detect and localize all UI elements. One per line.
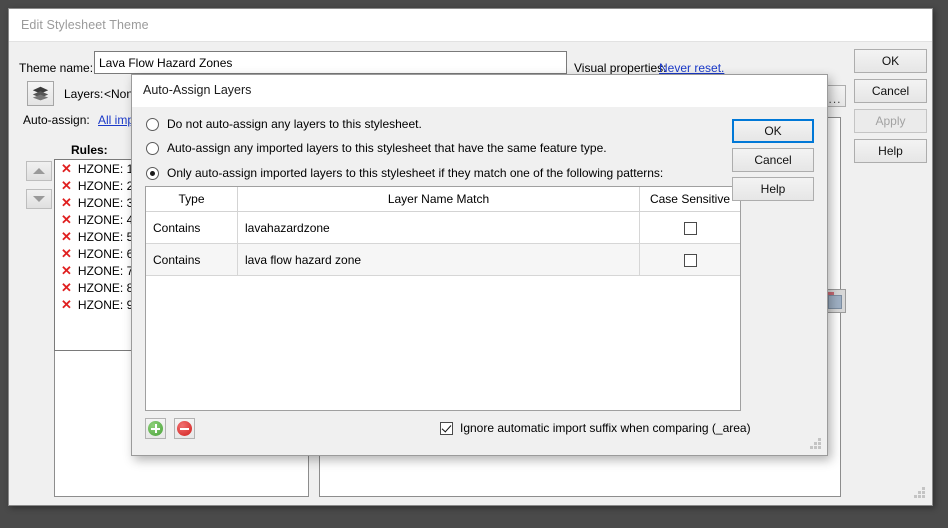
option-label: Do not auto-assign any layers to this st… <box>167 117 422 131</box>
red-x-icon: ✕ <box>61 297 72 312</box>
theme-name-label: Theme name: <box>19 61 94 75</box>
layers-stack-icon-button[interactable] <box>27 81 54 106</box>
column-header-case-sensitive: Case Sensitive <box>639 187 740 212</box>
option-label: Auto-assign any imported layers to this … <box>167 141 607 155</box>
layer-match-table[interactable]: Type Layer Name Match Case Sensitive Con… <box>145 186 741 411</box>
ignore-suffix-label: Ignore automatic import suffix when comp… <box>460 421 751 435</box>
minus-circle-icon <box>177 421 192 436</box>
red-x-icon: ✕ <box>61 280 72 295</box>
dialog-titlebar: Auto-Assign Layers <box>132 75 827 107</box>
red-x-icon: ✕ <box>61 263 72 278</box>
dialog-title: Auto-Assign Layers <box>143 83 252 97</box>
rules-label: Rules: <box>71 143 108 157</box>
radio-button[interactable] <box>146 117 159 131</box>
rule-label: HZONE: 1 <box>77 161 134 176</box>
main-help-button[interactable]: Help <box>854 139 927 163</box>
visual-properties-label: Visual properties: <box>574 61 667 75</box>
add-pattern-button[interactable] <box>145 418 166 439</box>
rule-label: HZONE: 9 <box>77 297 134 312</box>
rule-label: HZONE: 6 <box>77 246 134 261</box>
radio-button[interactable] <box>146 141 159 155</box>
case-sensitive-checkbox[interactable] <box>683 221 697 235</box>
layer-match-grid: Type Layer Name Match Case Sensitive Con… <box>146 187 740 276</box>
plus-circle-icon <box>148 421 163 436</box>
auto-assign-layers-dialog: Auto-Assign Layers Do not auto-assign an… <box>131 74 828 456</box>
move-rule-up-button[interactable] <box>26 161 52 181</box>
radio-button[interactable] <box>146 166 159 180</box>
dialog-resize-grip[interactable] <box>810 438 822 450</box>
rule-label: HZONE: 8 <box>77 280 134 295</box>
remove-pattern-button[interactable] <box>174 418 195 439</box>
cell-type[interactable]: Contains <box>146 243 238 276</box>
red-x-icon: ✕ <box>61 178 72 193</box>
main-window-resize-grip[interactable] <box>914 487 926 499</box>
dialog-help-button[interactable]: Help <box>732 177 814 201</box>
layers-label: Layers: <box>64 87 104 101</box>
column-header-layer-name-match: Layer Name Match <box>237 187 640 212</box>
table-header-row: Type Layer Name Match Case Sensitive <box>146 187 740 212</box>
theme-name-input[interactable]: Lava Flow Hazard Zones <box>94 51 567 74</box>
cell-type[interactable]: Contains <box>146 211 238 244</box>
blue-swatch-icon <box>828 295 842 309</box>
auto-assign-option-1[interactable]: Do not auto-assign any layers to this st… <box>146 117 422 131</box>
main-window-title: Edit Stylesheet Theme <box>21 18 149 32</box>
cell-layer-name-match[interactable]: lavahazardzone <box>237 211 640 244</box>
dialog-ok-button[interactable]: OK <box>732 119 814 143</box>
layers-stack-icon <box>32 86 49 101</box>
main-window-titlebar: Edit Stylesheet Theme <box>9 9 932 42</box>
column-header-type: Type <box>146 187 238 212</box>
cell-case-sensitive[interactable] <box>639 211 740 244</box>
option-label: Only auto-assign imported layers to this… <box>167 166 664 180</box>
auto-assign-option-2[interactable]: Auto-assign any imported layers to this … <box>146 141 607 155</box>
main-apply-button: Apply <box>854 109 927 133</box>
table-body: Contains lavahazardzone Contains lava flow … <box>146 211 740 276</box>
ignore-suffix-checkbox-row[interactable]: Ignore automatic import suffix when comp… <box>440 421 751 435</box>
red-x-icon: ✕ <box>61 229 72 244</box>
main-ok-button[interactable]: OK <box>854 49 927 73</box>
red-x-icon: ✕ <box>61 246 72 261</box>
red-x-icon: ✕ <box>61 161 72 176</box>
case-sensitive-checkbox[interactable] <box>683 253 697 267</box>
auto-assign-option-3[interactable]: Only auto-assign imported layers to this… <box>146 166 663 180</box>
screen: Edit Stylesheet Theme Theme name: Lava F… <box>0 0 948 528</box>
rule-label: HZONE: 5 <box>77 229 134 244</box>
red-x-icon: ✕ <box>61 195 72 210</box>
main-cancel-button[interactable]: Cancel <box>854 79 927 103</box>
triangle-down-icon <box>33 196 45 202</box>
rule-label: HZONE: 7 <box>77 263 134 278</box>
table-row[interactable]: Contains lava flow hazard zone <box>146 243 740 276</box>
never-reset-link[interactable]: Never reset. <box>659 61 724 75</box>
table-row[interactable]: Contains lavahazardzone <box>146 211 740 244</box>
rule-label: HZONE: 3 <box>77 195 134 210</box>
triangle-up-icon <box>33 168 45 174</box>
ignore-suffix-checkbox[interactable] <box>440 421 453 435</box>
cell-layer-name-match[interactable]: lava flow hazard zone <box>237 243 640 276</box>
dialog-cancel-button[interactable]: Cancel <box>732 148 814 172</box>
move-rule-down-button[interactable] <box>26 189 52 209</box>
red-x-icon: ✕ <box>61 212 72 227</box>
auto-assign-label: Auto-assign: <box>23 113 90 127</box>
rule-label: HZONE: 2 <box>77 178 134 193</box>
rule-label: HZONE: 4 <box>77 212 134 227</box>
cell-case-sensitive[interactable] <box>639 243 740 276</box>
